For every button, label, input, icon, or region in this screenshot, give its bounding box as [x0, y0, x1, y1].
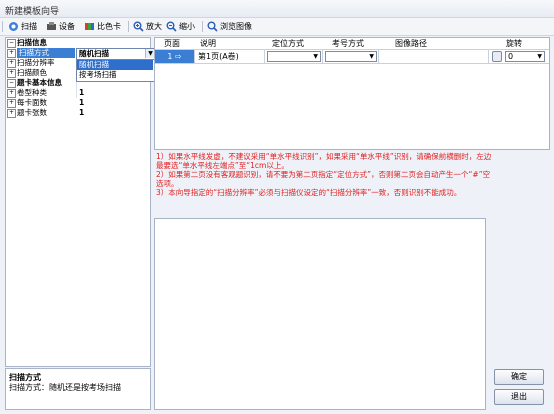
scanner-icon	[9, 22, 18, 31]
expand-icon[interactable]: +	[7, 89, 16, 98]
page-cell[interactable]: 1 ⇨	[155, 50, 195, 63]
chevron-down-icon: ▼	[313, 53, 318, 60]
path-cell[interactable]	[379, 50, 489, 63]
browse-image-button[interactable]: 浏览图像	[207, 19, 252, 34]
column-header[interactable]: 说明	[193, 38, 223, 49]
toolbar-separator	[202, 21, 203, 32]
note-line: 选项。	[156, 179, 179, 188]
description-text: 扫描方式：随机还是按考场扫描	[9, 383, 121, 392]
scan-button[interactable]: 扫描	[8, 19, 37, 34]
column-header[interactable]: 图像路径	[381, 38, 441, 49]
window-title: 新建模板向导	[5, 7, 60, 17]
device-icon	[47, 22, 56, 30]
locate-cell: ▼	[265, 50, 323, 63]
note-line: 2）如果第二页没有客观题识别，请不要为第二页指定“定位方式”，否则第二页会自动产…	[156, 170, 491, 179]
zoom-in-icon	[133, 21, 144, 32]
expand-icon[interactable]: +	[7, 59, 16, 68]
dropdown-option[interactable]: 随机扫描	[77, 60, 153, 70]
property-volume-type[interactable]: + 卷型种类 1	[6, 88, 150, 98]
color-card-icon	[85, 23, 94, 30]
expand-icon[interactable]: +	[7, 69, 16, 78]
exam-no-dropdown[interactable]: ▼	[325, 51, 377, 62]
expand-icon[interactable]: +	[7, 109, 16, 118]
image-preview-area[interactable]	[154, 218, 486, 410]
scan-mode-dropdown: 随机扫描 按考场扫描	[76, 59, 156, 82]
zoom-out-button[interactable]: 缩小	[166, 19, 195, 34]
notes-panel: 1）如果水平线发虚，不建议采用“单水平线识别”，如果采用“单水平线”识别，请确保…	[154, 152, 550, 214]
property-pages-per-card[interactable]: + 每卡面数 1	[6, 98, 150, 108]
page-table: 页面 说明 定位方式 考号方式 图像路径 旋转 1 ⇨ 第1页(A卷) ▼ ▼ …	[154, 37, 550, 150]
exit-button[interactable]: 退出	[494, 389, 544, 405]
description-panel: 扫描方式 扫描方式：随机还是按考场扫描	[5, 368, 151, 410]
column-header[interactable]: 定位方式	[263, 38, 313, 49]
property-grid: − 扫描信息 + 扫描方式 + 扫描分辨率 + 扫描颜色 − 题卡基本信息 + …	[5, 37, 156, 367]
rotate-toggle[interactable]	[492, 51, 502, 62]
ok-button[interactable]: 确定	[494, 369, 544, 385]
rotate-cell: 0 ▼	[489, 50, 549, 63]
chevron-down-icon: ▼	[369, 53, 374, 60]
table-row[interactable]: 1 ⇨ 第1页(A卷) ▼ ▼ 0 ▼	[155, 50, 549, 64]
note-line: 最要选“单水平线左端点”至“1cm以上。	[156, 161, 289, 170]
collapse-icon[interactable]: −	[7, 39, 16, 48]
toolbar: 扫描 设备 比色卡 放大 缩小 浏览图像	[0, 18, 554, 36]
property-card-sheets[interactable]: + 题卡张数 1	[6, 108, 150, 118]
expand-icon[interactable]: +	[7, 99, 16, 108]
note-line: 1）如果水平线发虚，不建议采用“单水平线识别”，如果采用“单水平线”识别，请确保…	[156, 152, 492, 161]
title-bar: 新建模板向导	[0, 0, 554, 18]
color-card-button[interactable]: 比色卡	[84, 19, 121, 34]
exam-no-cell: ▼	[323, 50, 379, 63]
collapse-icon[interactable]: −	[7, 79, 16, 88]
zoom-in-button[interactable]: 放大	[133, 19, 162, 34]
device-button[interactable]: 设备	[46, 19, 75, 34]
magnifier-icon	[207, 21, 218, 32]
zoom-out-icon	[166, 21, 177, 32]
rotate-dropdown[interactable]: 0 ▼	[505, 51, 545, 62]
toolbar-separator	[128, 21, 129, 32]
chevron-down-icon: ▼	[537, 53, 542, 60]
locate-dropdown[interactable]: ▼	[267, 51, 321, 62]
desc-cell[interactable]: 第1页(A卷)	[195, 50, 265, 63]
toolbar-grip	[2, 21, 3, 32]
column-header[interactable]: 考号方式	[323, 38, 373, 49]
note-line: 3）本向导指定的“扫描分辨率”必须与扫描仪设定的“扫描分辨率”一致，否则识别不能…	[156, 188, 462, 197]
column-header[interactable]: 页面	[155, 38, 189, 49]
category-scan-info[interactable]: − 扫描信息	[6, 38, 150, 48]
column-header[interactable]: 旋转	[499, 38, 529, 49]
expand-icon[interactable]: +	[7, 49, 16, 58]
dropdown-option[interactable]: 按考场扫描	[77, 70, 153, 80]
